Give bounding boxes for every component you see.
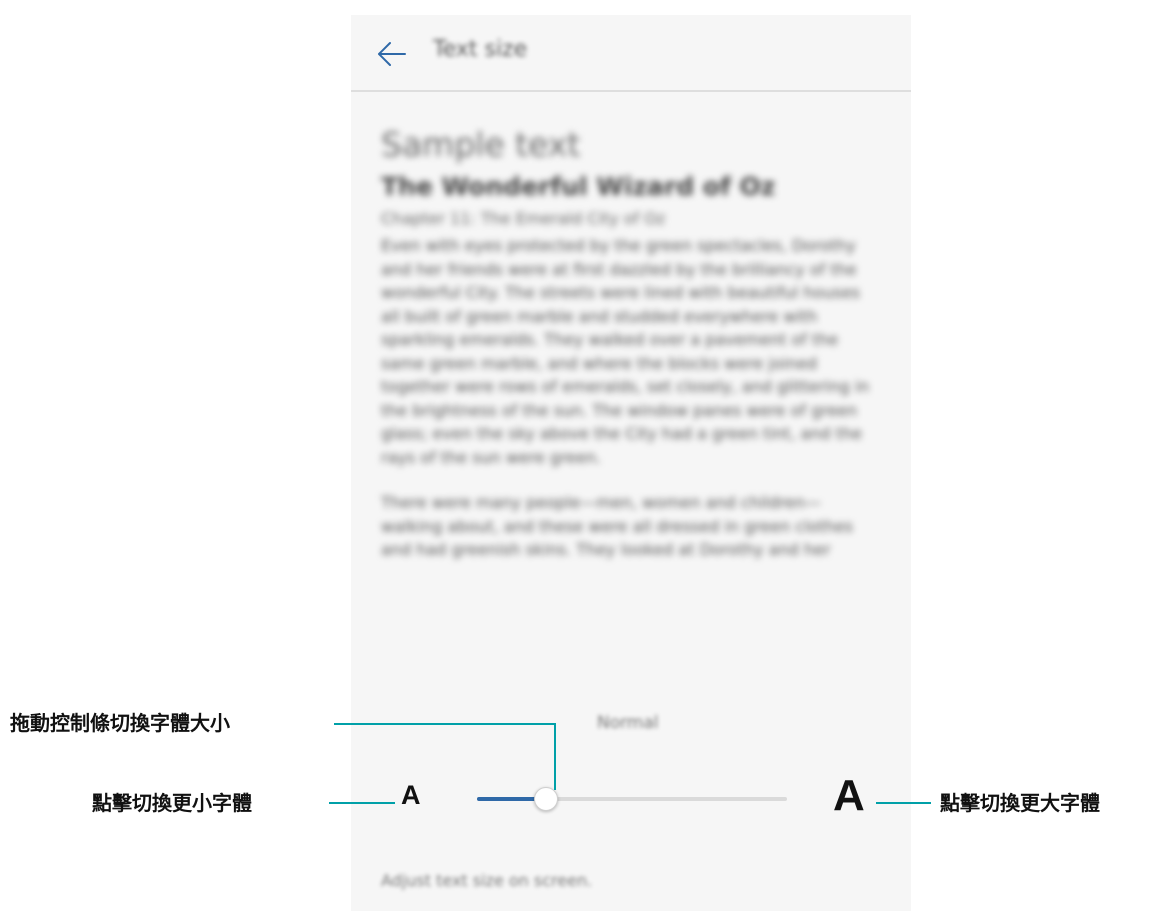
decrease-text-size-button[interactable]: A (401, 782, 421, 809)
increase-text-size-button[interactable]: A (833, 774, 865, 818)
book-title: The Wonderful Wizard of Oz (381, 172, 776, 201)
back-arrow-icon[interactable] (375, 37, 409, 71)
callout-larger-font: 點擊切換更大字體 (940, 791, 1100, 815)
app-bar: Text size (351, 15, 911, 92)
current-size-label: Normal (597, 713, 659, 733)
text-size-slider[interactable] (477, 787, 787, 811)
sample-paragraph-1: Even with eyes protected by the green sp… (381, 236, 870, 467)
callout-drag-slider: 拖動控制條切換字體大小 (10, 711, 230, 735)
callout-smaller-font: 點擊切換更小字體 (92, 791, 252, 815)
slider-thumb[interactable] (534, 787, 559, 811)
callout-line-drag-vertical (554, 723, 556, 790)
text-size-screen: Text size Sample text The Wonderful Wiza… (351, 15, 911, 911)
help-text: Adjust text size on screen. (381, 871, 593, 890)
sample-text-preview: Sample text The Wonderful Wizard of Oz C… (381, 125, 881, 585)
sample-paragraph-2: There were many people—men, women and ch… (381, 493, 853, 559)
sample-heading: Sample text (381, 125, 581, 164)
callout-line-smaller (329, 802, 395, 804)
callout-line-larger (876, 802, 931, 804)
chapter-title: Chapter 11: The Emerald City of Oz (381, 209, 666, 228)
page-title: Text size (433, 37, 528, 62)
callout-line-drag-horizontal (334, 723, 556, 725)
